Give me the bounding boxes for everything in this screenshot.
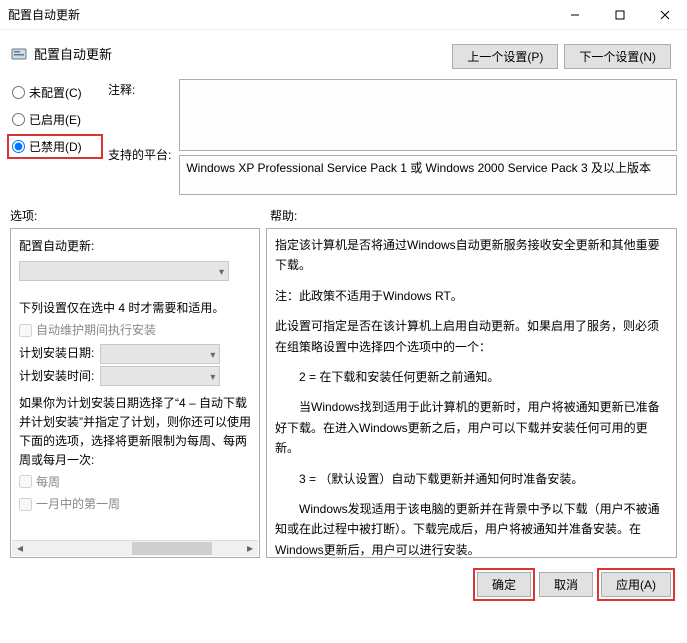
checkbox-maintenance-label: 自动维护期间执行安装: [36, 319, 156, 342]
header-left: 配置自动更新: [10, 44, 452, 63]
checkbox-weekly[interactable]: [19, 475, 32, 488]
header-row: 配置自动更新 上一个设置(P) 下一个设置(N): [0, 30, 687, 75]
help-pane[interactable]: 指定该计算机是否将通过Windows自动更新服务接收安全更新和其他重要下载。 注…: [266, 228, 677, 558]
checkbox-weekly-row[interactable]: 每周: [19, 471, 251, 494]
checkbox-weekly-label: 每周: [36, 471, 60, 494]
options-note: 下列设置仅在选中 4 时才需要和适用。: [19, 297, 251, 320]
checkbox-maintenance-row[interactable]: 自动维护期间执行安装: [19, 319, 251, 342]
radio-not-configured-label: 未配置(C): [29, 84, 82, 101]
config-area: 未配置(C) 已启用(E) 已禁用(D) 注释: 支持的平台: Windows …: [0, 75, 687, 199]
scroll-left-icon[interactable]: ◂: [12, 541, 28, 556]
comment-textarea[interactable]: [179, 79, 677, 151]
comment-label: 注释:: [108, 81, 171, 98]
policy-icon: [10, 45, 28, 63]
radio-disabled[interactable]: 已禁用(D): [10, 137, 100, 156]
supported-text: Windows XP Professional Service Pack 1 或…: [186, 161, 651, 175]
options-heading: 配置自动更新:: [19, 235, 251, 258]
next-setting-button[interactable]: 下一个设置(N): [564, 44, 671, 69]
titlebar: 配置自动更新: [0, 0, 687, 30]
radio-not-configured[interactable]: 未配置(C): [10, 83, 100, 102]
checkbox-maintenance[interactable]: [19, 324, 32, 337]
radio-disabled-input[interactable]: [12, 140, 25, 153]
minimize-button[interactable]: [552, 0, 597, 30]
sched-time-label: 计划安装时间:: [19, 365, 94, 388]
options-para1: 如果你为计划安装日期选择了“4 – 自动下载并计划安装”并指定了计划，则你还可以…: [19, 394, 251, 471]
page-title: 配置自动更新: [34, 44, 112, 63]
help-p7: Windows发现适用于该电脑的更新并在背景中予以下载（用户不被通知或在此过程中…: [275, 499, 668, 558]
window-title: 配置自动更新: [8, 6, 552, 23]
main-panes: 配置自动更新: 下列设置仅在选中 4 时才需要和适用。 自动维护期间执行安装 计…: [0, 228, 687, 558]
options-pane[interactable]: 配置自动更新: 下列设置仅在选中 4 时才需要和适用。 自动维护期间执行安装 计…: [10, 228, 260, 558]
sched-day-combo[interactable]: [100, 344, 220, 364]
checkbox-month-first[interactable]: [19, 498, 32, 511]
radio-column: 未配置(C) 已启用(E) 已禁用(D): [10, 79, 100, 195]
header-buttons: 上一个设置(P) 下一个设置(N): [452, 44, 671, 69]
box-column: Windows XP Professional Service Pack 1 或…: [179, 79, 677, 195]
radio-not-configured-input[interactable]: [12, 86, 25, 99]
sched-time-combo[interactable]: [100, 366, 220, 386]
scroll-right-icon[interactable]: ▸: [242, 541, 258, 556]
scroll-thumb[interactable]: [132, 542, 212, 555]
label-column: 注释: 支持的平台:: [108, 79, 171, 195]
maximize-button[interactable]: [597, 0, 642, 30]
supported-label: 支持的平台:: [108, 146, 171, 163]
mid-labels: 选项: 帮助:: [0, 199, 687, 228]
configure-update-combo[interactable]: [19, 261, 229, 281]
supported-platforms-box: Windows XP Professional Service Pack 1 或…: [179, 155, 677, 195]
help-label: 帮助:: [270, 207, 297, 224]
radio-enabled-label: 已启用(E): [29, 111, 81, 128]
options-hscrollbar[interactable]: ◂ ▸: [12, 540, 258, 556]
window-controls: [552, 0, 687, 30]
help-p4: 2 = 在下载和安装任何更新之前通知。: [275, 367, 668, 387]
help-p5: 当Windows找到适用于此计算机的更新时，用户将被通知更新已准备好下载。在进入…: [275, 397, 668, 458]
radio-disabled-label: 已禁用(D): [29, 138, 82, 155]
sched-day-label: 计划安装日期:: [19, 342, 94, 365]
close-button[interactable]: [642, 0, 687, 30]
apply-button[interactable]: 应用(A): [601, 572, 671, 597]
cancel-button[interactable]: 取消: [539, 572, 593, 597]
help-p1: 指定该计算机是否将通过Windows自动更新服务接收安全更新和其他重要下载。: [275, 235, 668, 276]
checkbox-month-first-label: 一月中的第一周: [36, 493, 120, 516]
help-p6: 3 = （默认设置）自动下载更新并通知何时准备安装。: [275, 469, 668, 489]
radio-enabled-input[interactable]: [12, 113, 25, 126]
footer: 确定 取消 应用(A): [0, 558, 687, 611]
options-label: 选项:: [10, 207, 270, 224]
previous-setting-button[interactable]: 上一个设置(P): [452, 44, 558, 69]
help-p2: 注：此政策不适用于Windows RT。: [275, 286, 668, 306]
checkbox-month-first-row[interactable]: 一月中的第一周: [19, 493, 251, 516]
help-p3: 此设置可指定是否在该计算机上启用自动更新。如果启用了服务，则必须在组策略设置中选…: [275, 316, 668, 357]
ok-button[interactable]: 确定: [477, 572, 531, 597]
radio-enabled[interactable]: 已启用(E): [10, 110, 100, 129]
